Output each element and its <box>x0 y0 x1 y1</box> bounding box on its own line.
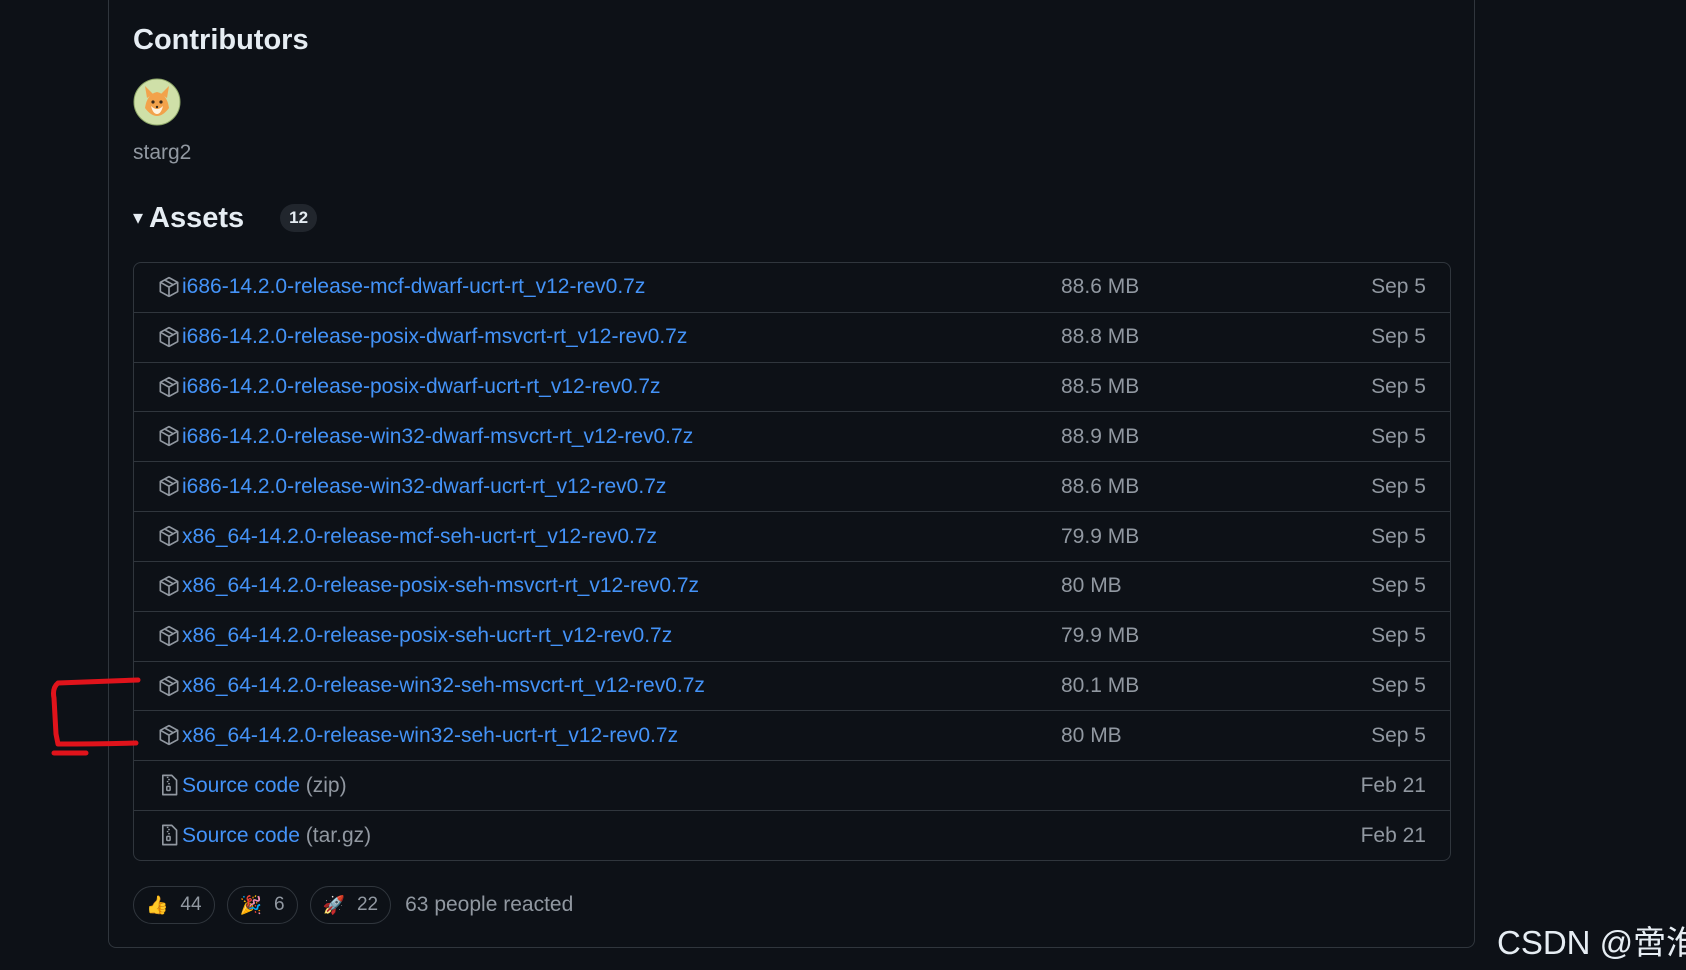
asset-date: Sep 5 <box>1371 375 1426 399</box>
asset-name: x86_64-14.2.0-release-posix-seh-ucrt-rt_… <box>182 624 673 648</box>
reaction-button[interactable]: 👍 44 <box>133 886 215 924</box>
contributor-avatar[interactable] <box>133 78 181 126</box>
asset-row: x86_64-14.2.0-release-win32-seh-ucrt-rt_… <box>134 711 1450 762</box>
asset-size: 80 MB <box>1061 574 1122 598</box>
assets-count-badge: 12 <box>280 204 318 232</box>
asset-size: 79.9 MB <box>1061 524 1140 548</box>
asset-row: Source code (zip) Feb 21 <box>134 761 1450 812</box>
reaction-count: 44 <box>180 894 202 915</box>
asset-date: Sep 5 <box>1371 524 1426 548</box>
tada-icon: 🎉 <box>239 894 262 915</box>
asset-row: x86_64-14.2.0-release-posix-seh-msvcrt-r… <box>134 562 1450 612</box>
asset-date: Sep 5 <box>1371 674 1426 698</box>
triangle-down-icon: ▾ <box>133 207 144 229</box>
reactions-bar: 👍 44 🎉 6 🚀 22 63 people reacted <box>133 885 573 925</box>
contributors-heading: Contributors <box>133 24 309 56</box>
asset-size: 80 MB <box>1061 723 1122 747</box>
asset-name: i686-14.2.0-release-win32-dwarf-msvcrt-r… <box>182 424 694 448</box>
package-icon <box>158 376 180 400</box>
asset-list: i686-14.2.0-release-mcf-dwarf-ucrt-rt_v1… <box>133 262 1451 861</box>
red-annotation-bracket <box>51 677 141 756</box>
package-icon <box>158 675 180 699</box>
asset-row: i686-14.2.0-release-posix-dwarf-ucrt-rt_… <box>134 363 1450 413</box>
asset-download-link[interactable]: x86_64-14.2.0-release-win32-seh-ucrt-rt_… <box>182 724 678 748</box>
asset-name: Source code <box>182 824 300 848</box>
asset-download-link[interactable]: i686-14.2.0-release-win32-dwarf-msvcrt-r… <box>182 425 693 449</box>
asset-download-link[interactable]: i686-14.2.0-release-posix-dwarf-msvcrt-r… <box>182 325 687 349</box>
package-icon <box>158 575 180 599</box>
reaction-count: 6 <box>273 894 285 915</box>
asset-size: 88.9 MB <box>1061 424 1140 448</box>
asset-format-suffix: (tar.gz) <box>305 824 372 848</box>
asset-name: Source code <box>182 773 300 797</box>
asset-row: i686-14.2.0-release-mcf-dwarf-ucrt-rt_v1… <box>134 263 1450 313</box>
assets-summary-toggle[interactable]: ▾ Assets 12 <box>133 198 318 238</box>
reactions-summary: 63 people reacted <box>405 893 574 916</box>
csdn-watermark: CSDN @啻淮 <box>1497 924 1686 961</box>
package-icon <box>158 425 180 449</box>
reaction-button[interactable]: 🚀 22 <box>309 886 392 924</box>
asset-size: 88.6 MB <box>1061 474 1140 498</box>
package-icon <box>158 724 180 748</box>
file-zip-icon <box>158 774 180 798</box>
package-icon <box>158 525 180 549</box>
asset-date: Sep 5 <box>1371 624 1426 648</box>
asset-download-link[interactable]: x86_64-14.2.0-release-posix-seh-msvcrt-r… <box>182 574 699 598</box>
asset-size: 80.1 MB <box>1061 674 1140 698</box>
asset-name: x86_64-14.2.0-release-posix-seh-msvcrt-r… <box>182 574 700 598</box>
asset-date: Sep 5 <box>1371 275 1426 299</box>
asset-download-link[interactable]: Source code (tar.gz) <box>182 824 371 848</box>
asset-row: x86_64-14.2.0-release-win32-seh-msvcrt-r… <box>134 662 1450 712</box>
asset-name: x86_64-14.2.0-release-win32-seh-ucrt-rt_… <box>182 723 679 747</box>
reaction-button[interactable]: 🎉 6 <box>226 886 298 924</box>
asset-name: i686-14.2.0-release-mcf-dwarf-ucrt-rt_v1… <box>182 275 646 299</box>
asset-download-link[interactable]: x86_64-14.2.0-release-mcf-seh-ucrt-rt_v1… <box>182 525 657 549</box>
asset-size: 88.5 MB <box>1061 375 1140 399</box>
asset-download-link[interactable]: Source code (zip) <box>182 774 347 798</box>
asset-date: Sep 5 <box>1371 574 1426 598</box>
thumbs-up-icon: 👍 <box>146 894 169 915</box>
asset-row: i686-14.2.0-release-win32-dwarf-ucrt-rt_… <box>134 462 1450 513</box>
asset-size: 88.8 MB <box>1061 325 1140 349</box>
asset-name: i686-14.2.0-release-win32-dwarf-ucrt-rt_… <box>182 474 667 498</box>
asset-size: 79.9 MB <box>1061 624 1140 648</box>
asset-row: Source code (tar.gz) Feb 21 <box>134 811 1450 860</box>
package-icon <box>158 276 180 300</box>
asset-name: i686-14.2.0-release-posix-dwarf-ucrt-rt_… <box>182 375 661 399</box>
asset-download-link[interactable]: x86_64-14.2.0-release-win32-seh-msvcrt-r… <box>182 674 705 698</box>
asset-row: i686-14.2.0-release-win32-dwarf-msvcrt-r… <box>134 412 1450 463</box>
asset-date: Sep 5 <box>1371 424 1426 448</box>
reaction-count: 22 <box>356 894 379 915</box>
package-icon <box>158 475 180 499</box>
package-icon <box>158 326 180 350</box>
asset-date: Sep 5 <box>1371 325 1426 349</box>
asset-name: i686-14.2.0-release-posix-dwarf-msvcrt-r… <box>182 325 688 349</box>
asset-row: x86_64-14.2.0-release-posix-seh-ucrt-rt_… <box>134 612 1450 662</box>
asset-date: Sep 5 <box>1371 474 1426 498</box>
rocket-icon: 🚀 <box>322 894 345 915</box>
assets-heading: Assets <box>149 201 245 234</box>
asset-date: Sep 5 <box>1371 723 1426 747</box>
asset-download-link[interactable]: i686-14.2.0-release-win32-dwarf-ucrt-rt_… <box>182 475 666 499</box>
asset-name: x86_64-14.2.0-release-mcf-seh-ucrt-rt_v1… <box>182 524 658 548</box>
asset-download-link[interactable]: x86_64-14.2.0-release-posix-seh-ucrt-rt_… <box>182 624 672 648</box>
asset-row: i686-14.2.0-release-posix-dwarf-msvcrt-r… <box>134 313 1450 363</box>
asset-download-link[interactable]: i686-14.2.0-release-posix-dwarf-ucrt-rt_… <box>182 375 661 399</box>
package-icon <box>158 625 180 649</box>
asset-name: x86_64-14.2.0-release-win32-seh-msvcrt-r… <box>182 674 705 698</box>
file-zip-icon <box>158 824 180 848</box>
asset-size: 88.6 MB <box>1061 275 1140 299</box>
asset-row: x86_64-14.2.0-release-mcf-seh-ucrt-rt_v1… <box>134 512 1450 562</box>
asset-date: Feb 21 <box>1360 773 1426 797</box>
contributor-username[interactable]: starg2 <box>133 141 191 165</box>
asset-format-suffix: (zip) <box>305 773 347 797</box>
asset-download-link[interactable]: i686-14.2.0-release-mcf-dwarf-ucrt-rt_v1… <box>182 275 645 299</box>
asset-date: Feb 21 <box>1360 824 1426 848</box>
